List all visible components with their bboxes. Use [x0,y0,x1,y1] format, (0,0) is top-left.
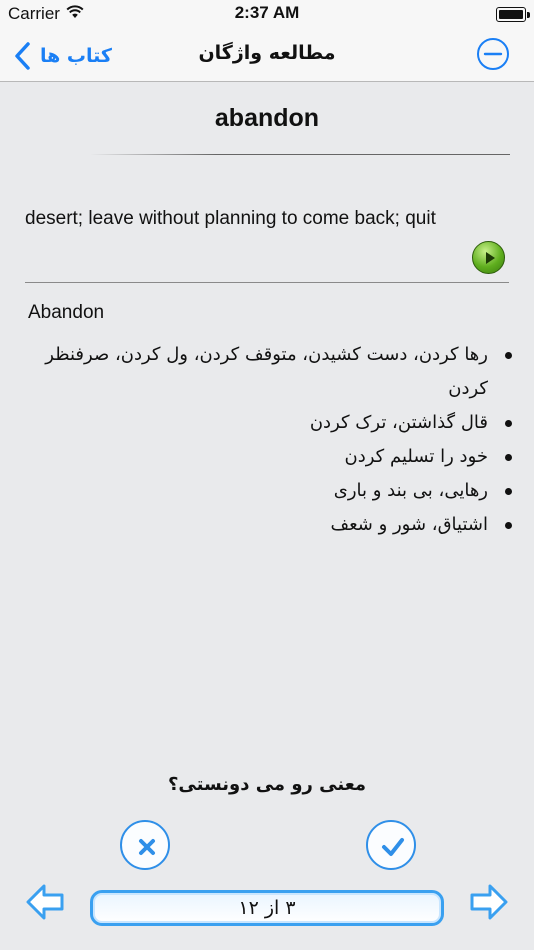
status-bar: Carrier 2:37 AM [0,0,534,30]
page-title: مطالعه واژگان [198,42,336,64]
clock: 2:37 AM [234,3,300,22]
arrow-right-icon[interactable] [468,882,510,922]
meanings-list: رها کردن، دست کشیدن، متوقف کردن، ول کردن… [20,338,512,542]
arrow-left-icon[interactable] [24,882,66,922]
meaning-item: قال گذاشتن، ترک کردن [20,406,512,440]
battery-icon [496,7,530,22]
divider [90,154,510,155]
minus-circle-icon[interactable] [476,37,510,71]
meaning-item: رهایی، بی بند و باری [20,474,512,508]
divider [25,282,509,283]
check-icon [382,838,404,856]
navigation-bar: کتاب ها مطالعه واژگان [0,30,534,82]
word-definition: desert; leave without planning to come b… [25,208,436,229]
word-title: abandon [214,104,320,132]
meaning-item: اشتیاق، شور و شعف [20,508,512,542]
didnt-know-button[interactable] [120,820,170,870]
quiz-question: معنی رو می دونستی؟ [167,774,367,795]
meaning-item: رها کردن، دست کشیدن، متوقف کردن، ول کردن… [20,338,512,406]
play-icon [486,252,495,264]
x-icon [139,839,155,855]
meaning-item: خود را تسلیم کردن [20,440,512,474]
page-counter: ۳ از ۱۲ [90,890,444,926]
english-word: Abandon [28,302,105,323]
play-audio-button[interactable] [472,241,505,274]
knew-it-button[interactable] [366,820,416,870]
